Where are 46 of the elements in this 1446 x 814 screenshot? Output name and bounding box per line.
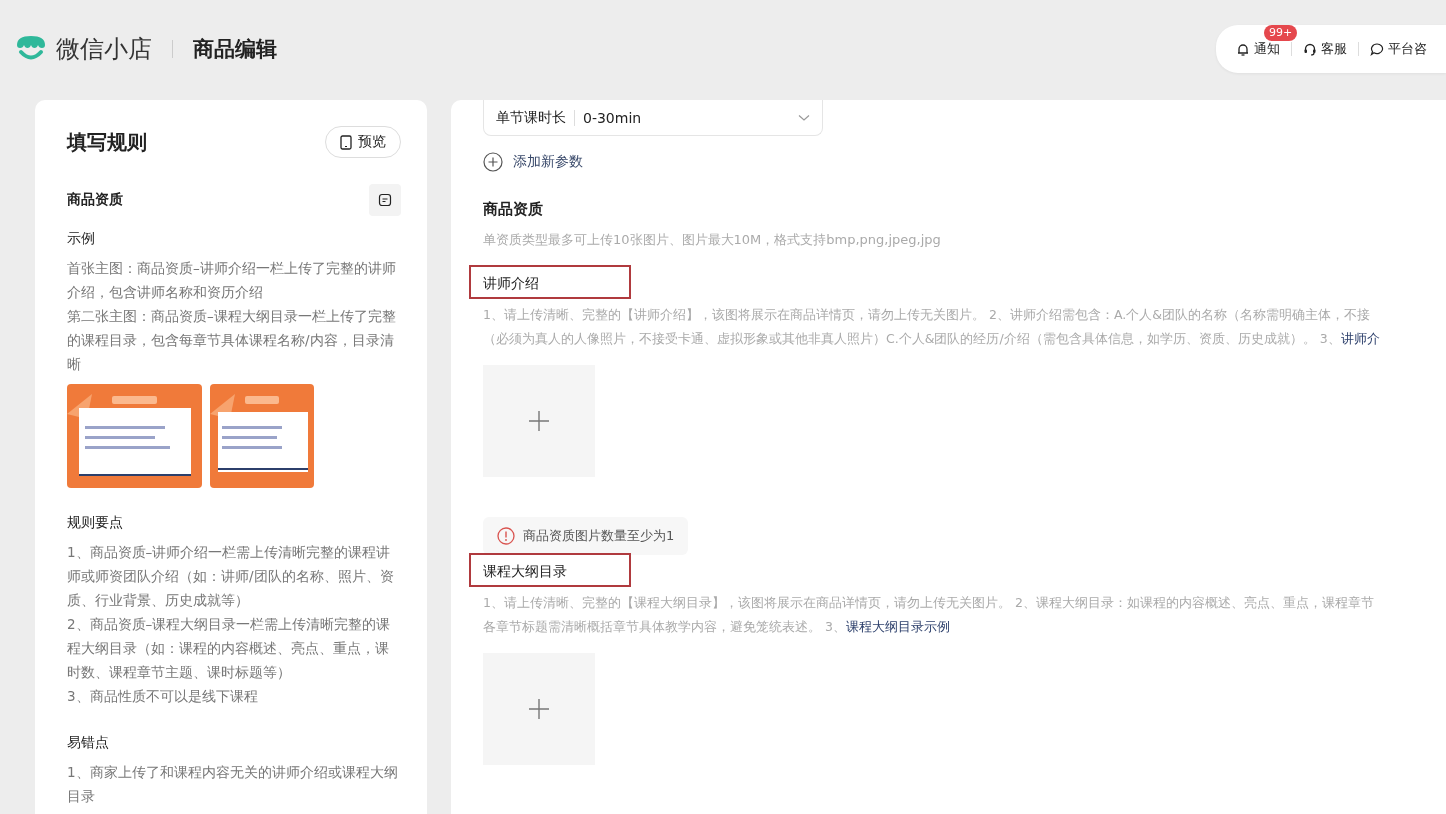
plus-icon xyxy=(528,698,550,720)
header-link[interactable]: 通知 xyxy=(1236,40,1280,58)
duration-select[interactable]: 单节课时长 0-30min xyxy=(483,100,823,136)
rule-text: 首张主图：商品资质–讲师介绍一栏上传了完整的讲师介绍，包含讲师名称和资历介绍 xyxy=(67,259,397,302)
collapse-button[interactable] xyxy=(369,184,401,216)
headset-icon xyxy=(1303,42,1317,56)
subheading: 示例 xyxy=(67,230,96,248)
app-name: 微信小店 xyxy=(56,34,152,65)
hint-text: 单资质类型最多可上传10张图片、图片最大10M，格式支持bmp,png,jpeg,jpg xyxy=(483,231,942,249)
header-link[interactable]: 客服 xyxy=(1303,40,1347,58)
upload-button[interactable] xyxy=(483,365,595,477)
phone-icon xyxy=(340,134,352,150)
rule-text: 第二张主图：商品资质–课程大纲目录一栏上传了完整的课程目录，包含每章节具体课程名称/内容，目录清晰 xyxy=(67,307,397,374)
plus-circle-icon xyxy=(483,152,503,172)
warning-icon xyxy=(497,527,515,545)
plus-icon xyxy=(528,410,550,432)
qualification-title: 讲师介绍 xyxy=(483,275,539,291)
description-text: 各章节标题需清晰概括章节具体教学内容，避免笼统表述。 3、课程大纲目录示例 xyxy=(483,618,951,636)
subheading: 易错点 xyxy=(67,734,110,752)
field-value: 0-30min xyxy=(583,109,643,126)
error-text: 商品资质图片数量至少为1 xyxy=(523,527,675,545)
add-param-link[interactable]: 添加新参数 xyxy=(483,152,1446,172)
description-text: 1、请上传清晰、完整的【讲师介绍】，该图将展示在商品详情页，请勿上传无关图片。 2、讲师介绍需包含：A.个人&团队的名称（名称需明确主体，不接 xyxy=(483,306,1371,324)
rule-text: 1、商品资质–讲师介绍一栏需上传清晰完整的课程讲师或师资团队介绍（如：讲师/团队的名称、照片、资质、行业背景、历史成就等） xyxy=(67,543,395,610)
notification-badge: 99+ xyxy=(1264,25,1298,41)
panel-title: 填写规则 xyxy=(67,128,147,156)
rule-text: 2、商品资质–课程大纲目录一栏需上传清晰完整的课程大纲目录（如：课程的内容概述、亮点、重点，课时数、课程章节主题、课时标题等） xyxy=(67,615,392,682)
example-link[interactable]: 讲师介 xyxy=(1340,331,1380,346)
subheading: 规则要点 xyxy=(67,514,124,532)
upload-button[interactable] xyxy=(483,653,595,765)
page-title: 商品编辑 xyxy=(193,36,277,63)
section-title: 商品资质 xyxy=(67,191,123,209)
qualification-title: 课程大纲目录 xyxy=(483,563,567,579)
header-link[interactable]: 平台咨 xyxy=(1370,40,1427,58)
bell-icon xyxy=(1236,42,1250,56)
description-text: （必须为真人的人像照片，不接受卡通、虚拟形象或其他非真人照片）C.个人&团队的经历/介绍（需包含具体信息，如学历、资质、历史成就）。 3、讲师介 xyxy=(483,330,1381,348)
rule-text: 1、商家上传了和课程内容无关的讲师介绍或课程大纲目录 xyxy=(67,763,399,806)
example-link[interactable]: 课程大纲目录示例 xyxy=(845,619,950,634)
section-title: 商品资质 xyxy=(483,200,544,219)
chat-icon xyxy=(1370,42,1384,56)
description-text: 1、请上传清晰、完整的【课程大纲目录】，该图将展示在商品详情页，请勿上传无关图片。 2、课程大纲目录：如课程的内容概述、亮点、重点，课程章节 xyxy=(483,594,1375,612)
rule-text: 3、商品性质不可以是线下课程 xyxy=(67,687,259,706)
preview-button[interactable]: 预览 xyxy=(325,126,401,158)
document-icon xyxy=(378,193,392,207)
chevron-down-icon xyxy=(798,113,810,122)
field-label: 单节课时长 xyxy=(496,108,566,127)
